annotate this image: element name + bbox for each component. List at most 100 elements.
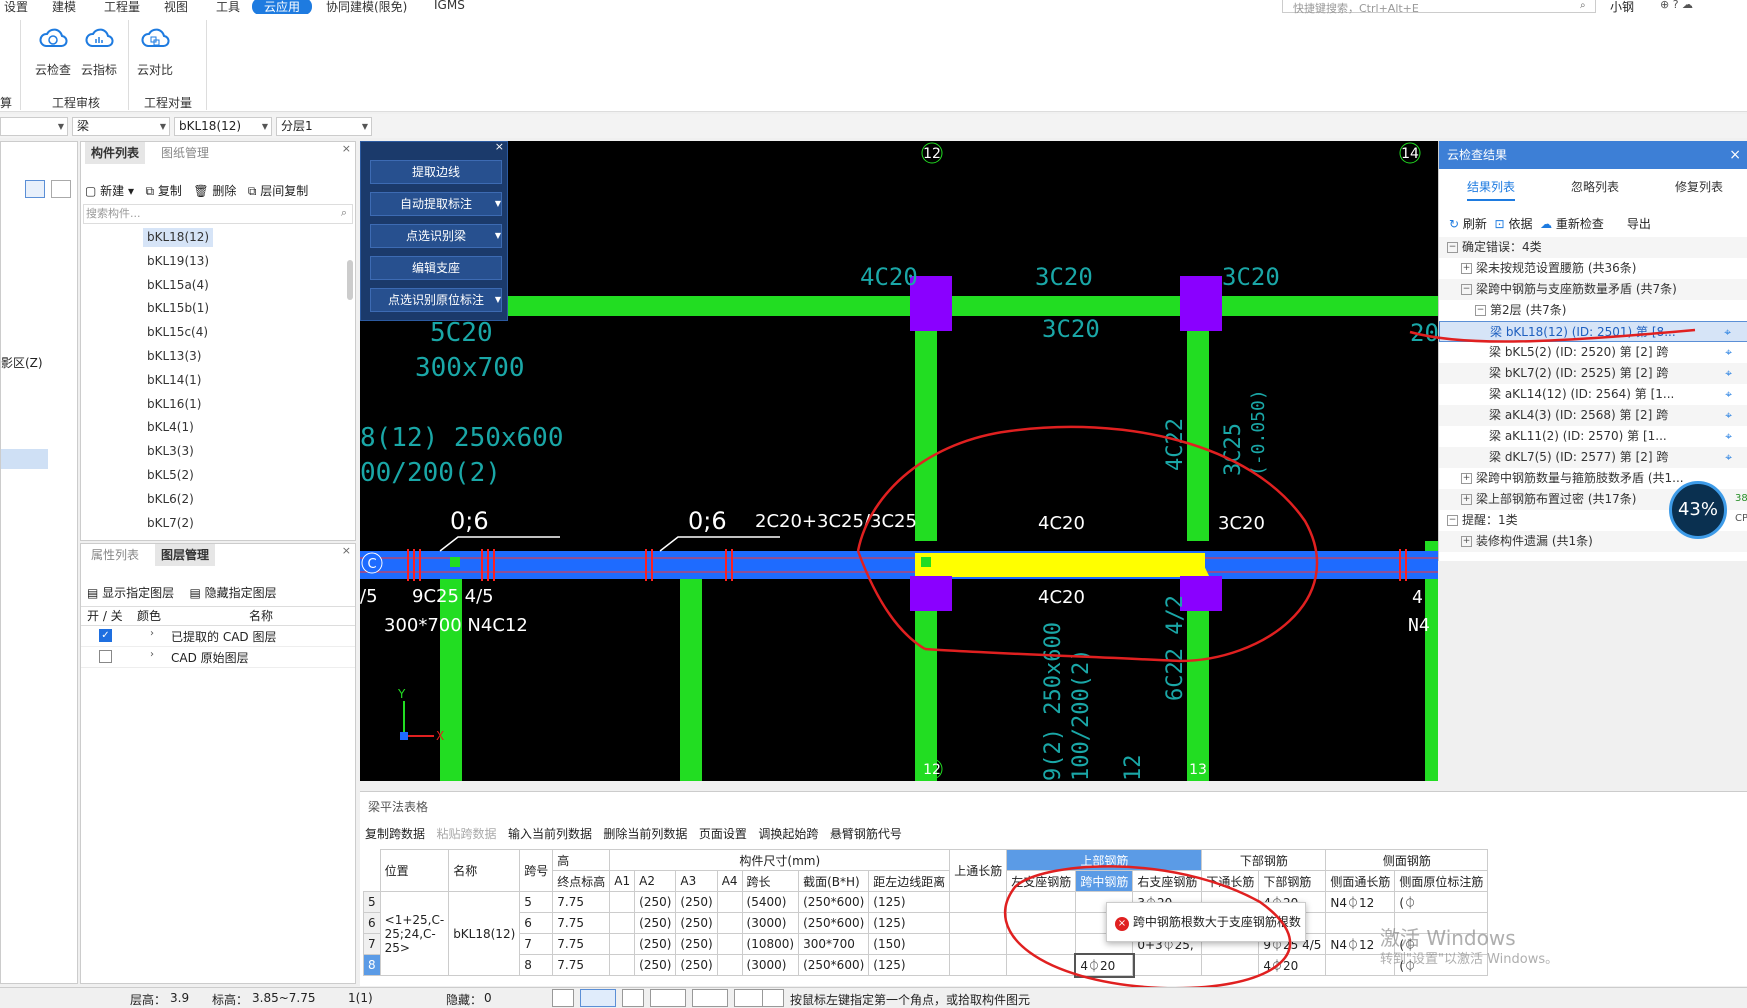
table-cell[interactable]: [716, 912, 743, 934]
component-list-item[interactable]: bKL15c(4): [143, 323, 212, 342]
cad-drawing[interactable]: 12 14 12 13 C 4C20 3C20 3C20 3C20 5C20 3…: [360, 141, 1438, 781]
table-cell[interactable]: (250*600): [798, 891, 870, 913]
table-cell[interactable]: [716, 954, 743, 976]
cad-canvas[interactable]: 12 14 12 13 C 4C20 3C20 3C20 3C20 5C20 3…: [360, 141, 1438, 781]
page-setup-button[interactable]: 页面设置: [699, 827, 747, 841]
table-cell[interactable]: (250): [675, 891, 718, 913]
component-list-item[interactable]: bKL15b(1): [143, 299, 213, 318]
table-cell[interactable]: (250): [634, 891, 677, 913]
result-tree-row[interactable]: 梁 bKL7(2) (ID: 2525) 第 [2] 跨 ⌖: [1439, 363, 1747, 384]
table-cell[interactable]: 5: [519, 891, 554, 913]
locate-icon[interactable]: ⌖: [1725, 363, 1732, 384]
table-cell[interactable]: 7: [519, 933, 554, 955]
result-tree-row[interactable]: − 梁跨中钢筋与支座筋数量矛盾 (共7条): [1439, 279, 1747, 300]
table-cell[interactable]: (3000): [741, 954, 800, 976]
menu-settings[interactable]: 设置: [4, 0, 28, 15]
component-list-item[interactable]: bKL16(1): [143, 395, 205, 414]
locate-icon[interactable]: ⌖: [1725, 447, 1732, 468]
table-cell[interactable]: 8: [519, 954, 554, 976]
table-cell[interactable]: (250): [675, 954, 718, 976]
angle-toggle[interactable]: [650, 989, 686, 1007]
scrollbar[interactable]: [347, 260, 353, 300]
close-icon[interactable]: ×: [1729, 147, 1741, 163]
table-cell[interactable]: (250): [675, 933, 718, 955]
menu-igms[interactable]: IGMS: [434, 0, 465, 12]
component-list-item[interactable]: bKL19(13): [143, 252, 213, 271]
table-cell[interactable]: (10800): [741, 933, 800, 955]
input-column-button[interactable]: 输入当前列数据: [508, 827, 592, 841]
list-view-icon[interactable]: [25, 180, 45, 198]
basis-button[interactable]: 依据: [1508, 217, 1532, 231]
cloud-index-button[interactable]: 云指标: [78, 24, 120, 78]
hide-layer-button[interactable]: ▤ 隐藏指定图层: [189, 586, 276, 600]
position-cell[interactable]: <1+25,C-25;24,C-25>: [379, 891, 450, 976]
help-icon[interactable]: ⊕ ? ☁: [1660, 0, 1693, 11]
column-vertical[interactable]: [680, 571, 702, 781]
table-cell[interactable]: N4⏀12: [1325, 891, 1396, 913]
cross-toggle[interactable]: [622, 989, 644, 1007]
locate-icon[interactable]: ⌖: [1725, 426, 1732, 447]
auto-extract-label-button[interactable]: 自动提取标注 ▼: [370, 192, 502, 216]
recheck-button[interactable]: 重新检查: [1556, 217, 1604, 231]
expand-icon[interactable]: +: [1461, 536, 1472, 547]
table-cell[interactable]: (250): [634, 954, 677, 976]
component-list-item[interactable]: bKL14(1): [143, 371, 205, 390]
cloud-check-button[interactable]: 云检查: [32, 24, 74, 78]
component-list-item[interactable]: bKL6(2): [143, 490, 198, 509]
locate-icon[interactable]: ⌖: [1724, 322, 1731, 341]
expand-icon[interactable]: +: [1461, 473, 1472, 484]
refresh-icon[interactable]: ↻: [1449, 217, 1459, 231]
component-search-input[interactable]: 搜索构件...: [83, 204, 353, 224]
recheck-icon[interactable]: ☁: [1540, 217, 1552, 231]
pick-in-situ-label-button[interactable]: 点选识别原位标注 ▼: [370, 288, 502, 312]
result-tree-row[interactable]: 梁 aKL11(2) (ID: 2570) 第 [1... ⌖: [1439, 426, 1747, 447]
result-tree-row[interactable]: 梁 aKL14(12) (ID: 2564) 第 [1... ⌖: [1439, 384, 1747, 405]
user-name[interactable]: 小钢: [1610, 0, 1634, 15]
component-list-item[interactable]: bKL18(12): [143, 228, 214, 247]
extract-edge-button[interactable]: 提取边线: [370, 160, 502, 184]
menu-tools[interactable]: 工具: [216, 0, 240, 15]
search-input[interactable]: 快捷键搜索，Ctrl+Alt+E: [1282, 0, 1596, 15]
table-cell[interactable]: (3000): [741, 912, 800, 934]
locate-icon[interactable]: ⌖: [1725, 405, 1732, 426]
component-list-item[interactable]: bKL5(2): [143, 466, 198, 485]
collapse-icon[interactable]: −: [1461, 284, 1472, 295]
table-cell[interactable]: [716, 933, 743, 955]
column-vertical[interactable]: [915, 316, 937, 541]
type-select[interactable]: 梁 ▼: [72, 117, 170, 136]
cloud-compare-button[interactable]: 云对比: [134, 24, 176, 78]
selected-strip-item[interactable]: [1, 449, 48, 469]
expand-icon[interactable]: ›: [150, 649, 154, 660]
tab-properties[interactable]: 属性列表: [85, 544, 145, 566]
result-tree-row[interactable]: + 梁未按规范设置腰筋 (共36条): [1439, 258, 1747, 279]
expand-icon[interactable]: +: [1461, 263, 1472, 274]
close-icon[interactable]: ×: [495, 140, 504, 153]
result-tree-row[interactable]: 梁 dKL7(5) (ID: 2577) 第 [2] 跨 ⌖: [1439, 447, 1747, 468]
search-icon[interactable]: ⌕: [341, 206, 347, 220]
column-vertical[interactable]: [1187, 316, 1209, 541]
menu-quantity[interactable]: 工程量: [104, 0, 140, 15]
table-cell[interactable]: (250*600): [798, 912, 870, 934]
table-cell[interactable]: 7.75: [552, 891, 611, 913]
table-cell[interactable]: [609, 912, 636, 934]
close-icon[interactable]: ×: [342, 544, 351, 557]
beam-selected[interactable]: [360, 551, 1438, 579]
table-cell[interactable]: 7.75: [552, 933, 611, 955]
menu-collab[interactable]: 协同建模(限免): [326, 0, 407, 15]
collapse-icon[interactable]: −: [1447, 242, 1458, 253]
locate-icon[interactable]: ⌖: [1725, 342, 1732, 363]
show-layer-button[interactable]: ▤ 显示指定图层: [87, 586, 174, 600]
layer-select[interactable]: 分层1 ▼: [276, 117, 372, 136]
close-icon[interactable]: ×: [342, 142, 351, 155]
layer-copy-button[interactable]: ⧉ 层间复制: [248, 184, 308, 198]
table-cell[interactable]: [609, 933, 636, 955]
menu-view[interactable]: 视图: [164, 0, 188, 15]
result-tree-row[interactable]: 梁 aKL4(3) (ID: 2568) 第 [2] 跨 ⌖: [1439, 405, 1747, 426]
table-cell[interactable]: 6: [519, 912, 554, 934]
table-cell[interactable]: [609, 891, 636, 913]
new-button[interactable]: ▢ 新建 ▾: [85, 184, 134, 198]
delete-button[interactable]: 🗑 删除: [193, 184, 236, 198]
tab-layer-management[interactable]: 图层管理: [155, 544, 216, 566]
highlight-span[interactable]: [915, 553, 1205, 577]
layer-checkbox[interactable]: [99, 650, 112, 663]
